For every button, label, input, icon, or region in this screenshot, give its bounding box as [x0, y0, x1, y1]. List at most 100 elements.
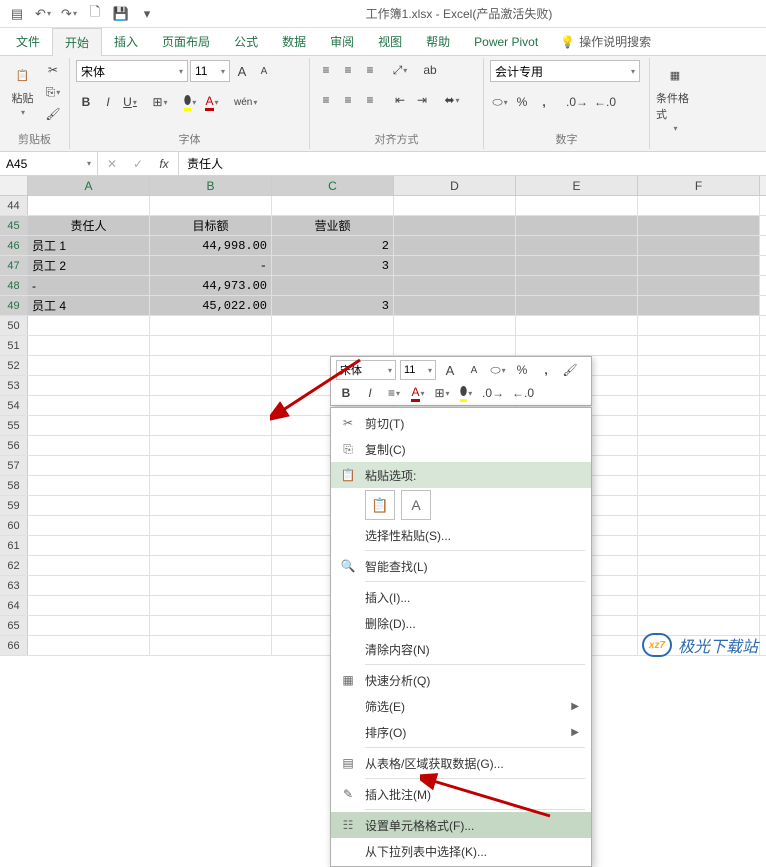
cell[interactable]: 45,022.00 [150, 296, 272, 315]
menu-clear[interactable]: 清除内容(N) [331, 636, 591, 662]
cell[interactable] [28, 196, 150, 215]
paste-option-text[interactable]: A [401, 490, 431, 520]
cell[interactable] [516, 236, 638, 255]
menu-quick-analysis[interactable]: ▦快速分析(Q) [331, 667, 591, 693]
mini-percent[interactable]: % [512, 360, 532, 380]
row-header[interactable]: 52 [0, 356, 28, 375]
row-header[interactable]: 54 [0, 396, 28, 415]
cell[interactable]: 2 [272, 236, 394, 255]
row-header[interactable]: 57 [0, 456, 28, 475]
cell[interactable] [638, 196, 760, 215]
cell[interactable] [394, 216, 516, 235]
cell[interactable] [394, 196, 516, 215]
row-48[interactable]: 48-44,973.00 [0, 276, 766, 296]
tab-layout[interactable]: 页面布局 [150, 28, 222, 55]
font-color-button[interactable]: A▾ [202, 92, 222, 112]
cell[interactable]: 营业额 [272, 216, 394, 235]
cell[interactable] [638, 416, 760, 435]
cell[interactable] [272, 276, 394, 295]
fill-color-button[interactable]: ⬮▾ [180, 92, 200, 112]
select-all-corner[interactable] [0, 176, 28, 195]
cell[interactable]: 责任人 [28, 216, 150, 235]
row-header[interactable]: 45 [0, 216, 28, 235]
cell[interactable] [150, 436, 272, 455]
tab-home[interactable]: 开始 [52, 28, 102, 56]
cell[interactable] [150, 536, 272, 555]
cell[interactable] [150, 396, 272, 415]
cell[interactable]: 员工 1 [28, 236, 150, 255]
row-header[interactable]: 58 [0, 476, 28, 495]
row-header[interactable]: 60 [0, 516, 28, 535]
cell[interactable] [394, 296, 516, 315]
mini-comma[interactable]: , [536, 360, 556, 380]
menu-paste-special[interactable]: 选择性粘贴(S)... [331, 522, 591, 548]
mini-dec-decimal[interactable]: ←.0 [510, 383, 536, 403]
menu-cut[interactable]: ✂剪切(T) [331, 410, 591, 436]
cell[interactable] [272, 316, 394, 335]
cell[interactable] [638, 596, 760, 615]
mini-inc-decimal[interactable]: .0→ [480, 383, 506, 403]
menu-format-cells[interactable]: ☷设置单元格格式(F)... [331, 812, 591, 838]
border-button[interactable]: ⊞▾ [150, 92, 170, 112]
cell[interactable] [394, 336, 516, 355]
row-45[interactable]: 45责任人目标额营业额 [0, 216, 766, 236]
align-bottom-button[interactable]: ≡ [360, 60, 380, 80]
align-center-button[interactable]: ≡ [338, 90, 358, 110]
cell[interactable] [150, 356, 272, 375]
qat-dropdown[interactable]: ▾ [136, 3, 158, 25]
merge-button[interactable]: ⬌▾ [442, 90, 462, 110]
cell[interactable]: 3 [272, 296, 394, 315]
copy-button[interactable]: ⎘▾ [43, 82, 63, 102]
cell[interactable] [28, 576, 150, 595]
cell[interactable] [394, 236, 516, 255]
cell[interactable] [150, 516, 272, 535]
cell[interactable] [516, 216, 638, 235]
row-header[interactable]: 63 [0, 576, 28, 595]
cell[interactable]: 44,998.00 [150, 236, 272, 255]
menu-insert-comment[interactable]: ✎插入批注(M) [331, 781, 591, 807]
cell[interactable] [150, 196, 272, 215]
cell[interactable] [28, 396, 150, 415]
phonetic-button[interactable]: wén▾ [232, 92, 259, 112]
increase-decimal-button[interactable]: .0→ [564, 92, 590, 112]
paste-option-default[interactable]: 📋 [365, 490, 395, 520]
cell[interactable] [516, 316, 638, 335]
format-painter-button[interactable]: 🖌 [43, 104, 63, 124]
conditional-format-button[interactable]: ▦ 条件格式 ▾ [656, 60, 694, 133]
row-header[interactable]: 48 [0, 276, 28, 295]
col-header-B[interactable]: B [150, 176, 272, 195]
cell[interactable] [638, 536, 760, 555]
cell[interactable] [150, 476, 272, 495]
cell[interactable] [516, 276, 638, 295]
row-44[interactable]: 44 [0, 196, 766, 216]
tell-me-search[interactable]: 💡 操作说明搜索 [560, 28, 651, 55]
cell[interactable] [28, 436, 150, 455]
menu-dropdown-select[interactable]: 从下拉列表中选择(K)... [331, 838, 591, 864]
row-header[interactable]: 49 [0, 296, 28, 315]
percent-button[interactable]: % [512, 92, 532, 112]
cell[interactable] [638, 236, 760, 255]
orientation-button[interactable]: ⤢▾ [390, 60, 410, 80]
cell[interactable]: - [150, 256, 272, 275]
cell[interactable] [516, 196, 638, 215]
cell[interactable] [638, 436, 760, 455]
cancel-formula-button[interactable]: ✕ [102, 154, 122, 174]
italic-button[interactable]: I [98, 92, 118, 112]
cell[interactable] [150, 596, 272, 615]
cell[interactable] [638, 356, 760, 375]
cell[interactable] [150, 556, 272, 575]
cell[interactable] [638, 296, 760, 315]
cell[interactable] [272, 336, 394, 355]
menu-delete[interactable]: 删除(D)... [331, 610, 591, 636]
row-51[interactable]: 51 [0, 336, 766, 356]
menu-get-data-from-table[interactable]: ▤从表格/区域获取数据(G)... [331, 750, 591, 776]
mini-format-painter[interactable]: 🖌 [560, 360, 580, 380]
cell[interactable] [638, 256, 760, 275]
row-header[interactable]: 46 [0, 236, 28, 255]
cell[interactable] [28, 616, 150, 635]
bold-button[interactable]: B [76, 92, 96, 112]
align-left-button[interactable]: ≡ [316, 90, 336, 110]
cell[interactable] [28, 376, 150, 395]
mini-align[interactable]: ≡▾ [384, 383, 404, 403]
cell[interactable] [28, 496, 150, 515]
